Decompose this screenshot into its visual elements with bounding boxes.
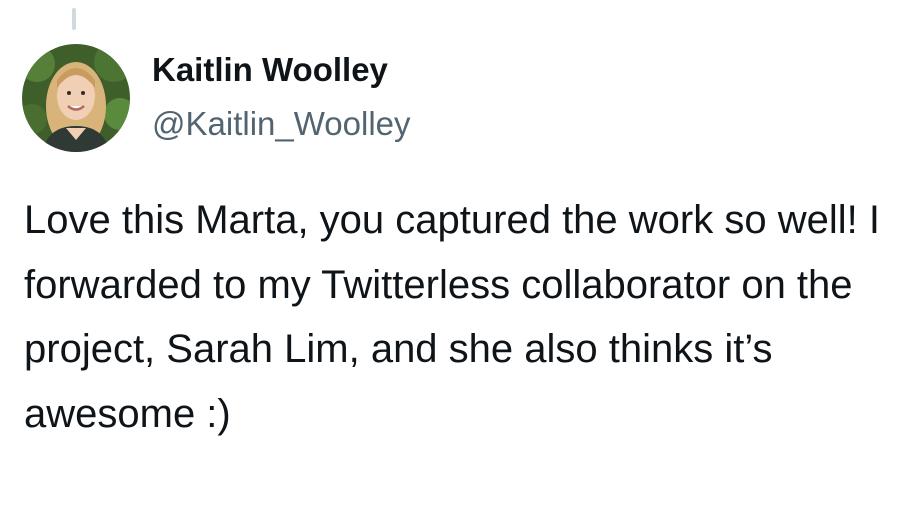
avatar[interactable] bbox=[22, 44, 130, 152]
tweet-text: Love this Marta, you captured the work s… bbox=[24, 198, 880, 436]
author-handle[interactable]: @Kaitlin_Woolley bbox=[152, 104, 411, 144]
avatar-photo bbox=[22, 44, 130, 152]
author-name[interactable]: Kaitlin Woolley bbox=[152, 50, 388, 90]
thread-connector-line bbox=[72, 8, 76, 30]
